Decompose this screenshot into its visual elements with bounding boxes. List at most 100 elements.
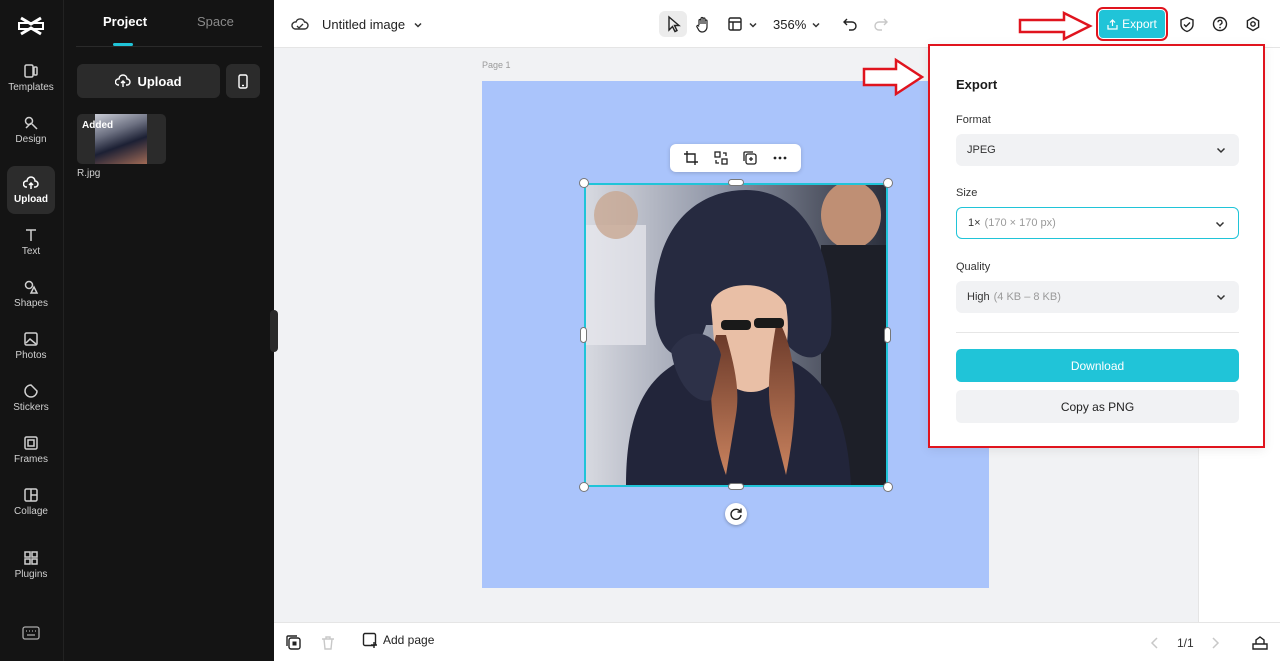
select-tool-button[interactable] [659, 11, 687, 37]
add-page-icon [362, 632, 377, 648]
tab-project[interactable]: Project [103, 14, 147, 29]
duplicate-icon[interactable] [743, 151, 758, 165]
asset-thumbnail[interactable]: Added [77, 114, 166, 164]
photos-icon [24, 332, 38, 346]
design-icon [24, 116, 38, 130]
selected-photo[interactable] [584, 183, 888, 487]
next-page-icon[interactable] [1207, 635, 1223, 651]
export-icon [1107, 18, 1118, 30]
rail-item-photos[interactable]: Photos [7, 322, 55, 370]
page-count: 1/1 [1177, 636, 1194, 650]
rail-item-label: Frames [14, 454, 48, 465]
resize-handle-top[interactable] [728, 179, 744, 186]
rail-item-label: Upload [14, 194, 48, 205]
resize-handle-bottom[interactable] [728, 483, 744, 490]
collage-icon [24, 488, 38, 502]
bottom-toolbar: Add page 1/1 [274, 622, 1280, 661]
resize-handle-top-left[interactable] [579, 178, 589, 188]
shield-icon[interactable] [1177, 14, 1197, 34]
asset-filename: R.jpg [77, 168, 101, 179]
resize-handle-top-right[interactable] [883, 178, 893, 188]
add-page-label: Add page [383, 633, 435, 647]
assets-panel: Project Space Upload Added R.jpg [64, 0, 274, 661]
rail-item-upload[interactable]: Upload [7, 166, 55, 214]
title-chevron-down-icon[interactable] [408, 15, 428, 35]
capcut-logo-icon [18, 16, 44, 36]
mobile-upload-button[interactable] [226, 64, 260, 98]
rail-item-label: Photos [15, 350, 47, 361]
add-page-button[interactable]: Add page [362, 632, 434, 648]
size-hint: (170 × 170 px) [984, 217, 1056, 229]
more-options-icon[interactable] [773, 151, 787, 165]
stickers-icon [24, 384, 38, 398]
rail-item-collage[interactable]: Collage [7, 478, 55, 526]
rail-item-label: Shapes [14, 298, 48, 309]
annotation-arrow-panel-icon [862, 57, 925, 97]
undo-icon[interactable] [840, 14, 860, 34]
layout-icon[interactable] [725, 14, 745, 34]
layers-icon[interactable] [1252, 635, 1268, 651]
upload-icon [23, 176, 39, 189]
previous-page-icon[interactable] [1147, 635, 1163, 651]
download-button[interactable]: Download [956, 349, 1239, 382]
export-button-label: Export [1122, 17, 1157, 31]
layout-chevron-down-icon[interactable] [743, 15, 763, 35]
rail-item-stickers[interactable]: Stickers [7, 374, 55, 422]
export-panel-title: Export [956, 77, 998, 92]
chevron-down-icon [1216, 294, 1226, 301]
frames-icon [24, 436, 38, 450]
rail-item-text[interactable]: Text [7, 218, 55, 266]
hand-tool-icon[interactable] [693, 14, 713, 34]
trash-icon[interactable] [320, 635, 336, 651]
panel-divider [76, 46, 262, 47]
resize-handle-bottom-left[interactable] [579, 482, 589, 492]
rail-item-shapes[interactable]: Shapes [7, 270, 55, 318]
rail-item-label: Text [21, 246, 41, 257]
rail-item-design[interactable]: Design [7, 106, 55, 154]
pointer-icon [668, 15, 681, 33]
hooded-person-photo [586, 185, 886, 485]
export-panel-divider [956, 332, 1239, 333]
tab-space[interactable]: Space [197, 14, 234, 29]
replace-icon[interactable] [713, 151, 728, 165]
rail-item-label: Collage [14, 506, 48, 517]
rail-item-plugins[interactable]: Plugins [7, 541, 55, 589]
floating-image-toolbar [670, 144, 801, 172]
rail-item-label: Plugins [14, 569, 48, 580]
quality-label: Quality [956, 261, 991, 273]
collapse-panel-handle[interactable] [270, 310, 278, 352]
left-rail: Templates Design Upload Text Shapes Phot… [0, 0, 64, 661]
annotation-arrow-export-icon [1018, 10, 1093, 42]
size-value: 1× [968, 217, 981, 229]
cloud-upload-icon [115, 74, 132, 87]
size-select[interactable]: 1× (170 × 170 px) [956, 207, 1239, 239]
copy-as-png-button[interactable]: Copy as PNG [956, 390, 1239, 423]
export-button[interactable]: Export [1096, 7, 1168, 41]
format-value: JPEG [967, 144, 996, 156]
rotate-handle[interactable] [725, 503, 747, 525]
format-select[interactable]: JPEG [956, 134, 1239, 166]
zoom-level[interactable]: 356% [773, 17, 806, 32]
rail-item-frames[interactable]: Frames [7, 426, 55, 474]
document-title[interactable]: Untitled image [322, 17, 405, 32]
resize-handle-left[interactable] [580, 327, 587, 343]
redo-icon[interactable] [871, 14, 891, 34]
quality-select[interactable]: High (4 KB – 8 KB) [956, 281, 1239, 313]
crop-icon[interactable] [683, 151, 698, 165]
help-icon[interactable] [1210, 14, 1230, 34]
shapes-icon [24, 280, 39, 294]
keyboard-icon[interactable] [22, 626, 40, 640]
rail-item-templates[interactable]: Templates [7, 54, 55, 102]
settings-gear-icon[interactable] [1243, 14, 1263, 34]
duplicate-page-icon[interactable] [286, 635, 302, 651]
top-toolbar: Untitled image 356% Export [274, 0, 1280, 48]
size-label: Size [956, 187, 978, 199]
zoom-chevron-down-icon[interactable] [806, 15, 826, 35]
resize-handle-bottom-right[interactable] [883, 482, 893, 492]
templates-icon [24, 64, 38, 78]
rail-item-label: Design [15, 134, 47, 145]
cloud-sync-icon[interactable] [290, 14, 310, 34]
upload-button[interactable]: Upload [77, 64, 220, 98]
resize-handle-right[interactable] [884, 327, 891, 343]
chevron-down-icon [1215, 221, 1225, 228]
